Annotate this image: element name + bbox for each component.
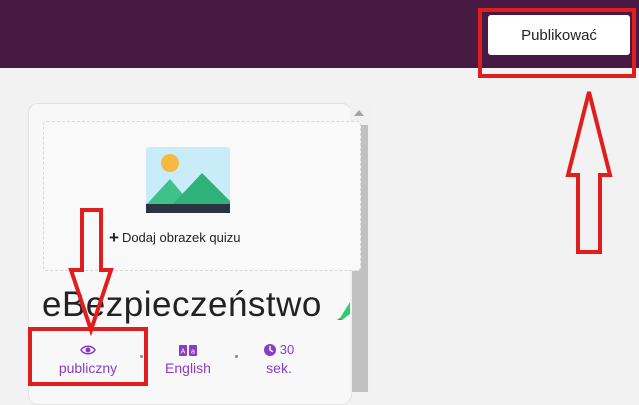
language-setting[interactable]: A a English bbox=[158, 341, 218, 377]
pencil-icon[interactable] bbox=[336, 298, 350, 320]
separator-dot bbox=[235, 355, 238, 358]
time-value: 30 bbox=[279, 342, 295, 357]
annotation-box-publish bbox=[478, 8, 636, 78]
add-quiz-image-button[interactable]: + Dodaj obrazek quizu bbox=[109, 229, 240, 246]
quiz-title[interactable]: eBezpieczeństwo bbox=[42, 285, 322, 325]
plus-icon: + bbox=[109, 228, 119, 247]
up-arrow-icon bbox=[565, 91, 613, 254]
translate-icon: A a bbox=[179, 344, 197, 356]
add-quiz-image-label: Dodaj obrazek quizu bbox=[121, 230, 241, 245]
annotation-box-visibility bbox=[28, 327, 148, 386]
svg-text:A: A bbox=[181, 348, 186, 355]
svg-text:a: a bbox=[191, 348, 195, 355]
image-placeholder-icon bbox=[146, 147, 230, 213]
time-unit: sek. bbox=[266, 360, 292, 376]
scroll-up-arrow-icon[interactable] bbox=[354, 110, 364, 116]
language-label: English bbox=[165, 360, 211, 376]
time-setting[interactable]: 30 sek. bbox=[254, 341, 304, 377]
clock-icon bbox=[263, 344, 276, 356]
